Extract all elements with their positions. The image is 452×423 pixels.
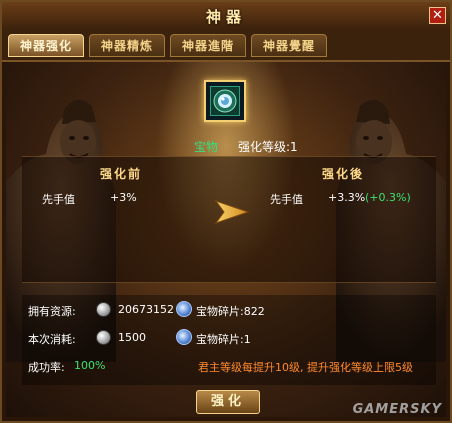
arrow-right-icon <box>214 200 250 224</box>
tab-artifact-enhance[interactable]: 神器强化 <box>8 34 84 57</box>
enhance-button[interactable]: 强化 <box>196 390 260 414</box>
owned-silver-value: 20673152 <box>118 303 174 316</box>
comparison-panel: 强化前 强化後 先手值 +3% 先手值 +3.3% (+0.3%) <box>22 156 436 283</box>
cost-label: 本次消耗: <box>28 333 76 346</box>
artifact-window: 神器 ✕ 神器强化 神器精炼 神器進階 神器覺醒 宝物 强化等级:1 强化前 强… <box>0 0 452 423</box>
item-name: 宝物 <box>194 140 219 154</box>
before-heading: 强化前 <box>100 167 143 181</box>
enhance-stage: 宝物 强化等级:1 强化前 强化後 先手值 +3% 先手值 +3.3% (+0.… <box>6 62 446 417</box>
cost-silver-value: 1500 <box>118 331 146 344</box>
item-slot[interactable] <box>204 80 246 122</box>
success-rate-label: 成功率: <box>28 361 65 374</box>
before-stat-label: 先手值 <box>42 193 75 206</box>
silver-coin-icon <box>96 330 111 345</box>
title-bar: 神器 ✕ <box>2 2 450 31</box>
resource-panel: 拥有资源: 20673152 宝物碎片:822 本次消耗: 1500 宝物碎片:… <box>22 295 436 385</box>
tab-artifact-awaken[interactable]: 神器覺醒 <box>251 34 327 57</box>
cost-shards-value: 宝物碎片:1 <box>196 333 251 346</box>
tab-artifact-refine[interactable]: 神器精炼 <box>89 34 165 57</box>
watermark: GAMERSKY <box>352 402 442 417</box>
tab-bar: 神器强化 神器精炼 神器進階 神器覺醒 <box>2 30 450 62</box>
enhance-level: 强化等级:1 <box>238 140 298 154</box>
level-cap-hint: 君主等级每提升10级, 提升强化等级上限5级 <box>198 361 413 374</box>
close-button[interactable]: ✕ <box>429 7 446 24</box>
shard-gem-icon <box>176 329 192 345</box>
owned-resources-label: 拥有资源: <box>28 305 76 318</box>
silver-coin-icon <box>96 302 111 317</box>
after-stat-label: 先手值 <box>270 193 303 206</box>
tab-artifact-advance[interactable]: 神器進階 <box>170 34 246 57</box>
window-title: 神器 <box>205 8 246 26</box>
before-stat-value: +3% <box>110 191 137 204</box>
jade-orb-icon <box>210 86 240 116</box>
owned-shards-value: 宝物碎片:822 <box>196 305 265 318</box>
after-stat-value: +3.3% <box>328 191 366 204</box>
after-stat-bonus: (+0.3%) <box>365 191 411 204</box>
after-heading: 强化後 <box>322 167 365 181</box>
shard-gem-icon <box>176 301 192 317</box>
success-rate-value: 100% <box>74 359 106 372</box>
